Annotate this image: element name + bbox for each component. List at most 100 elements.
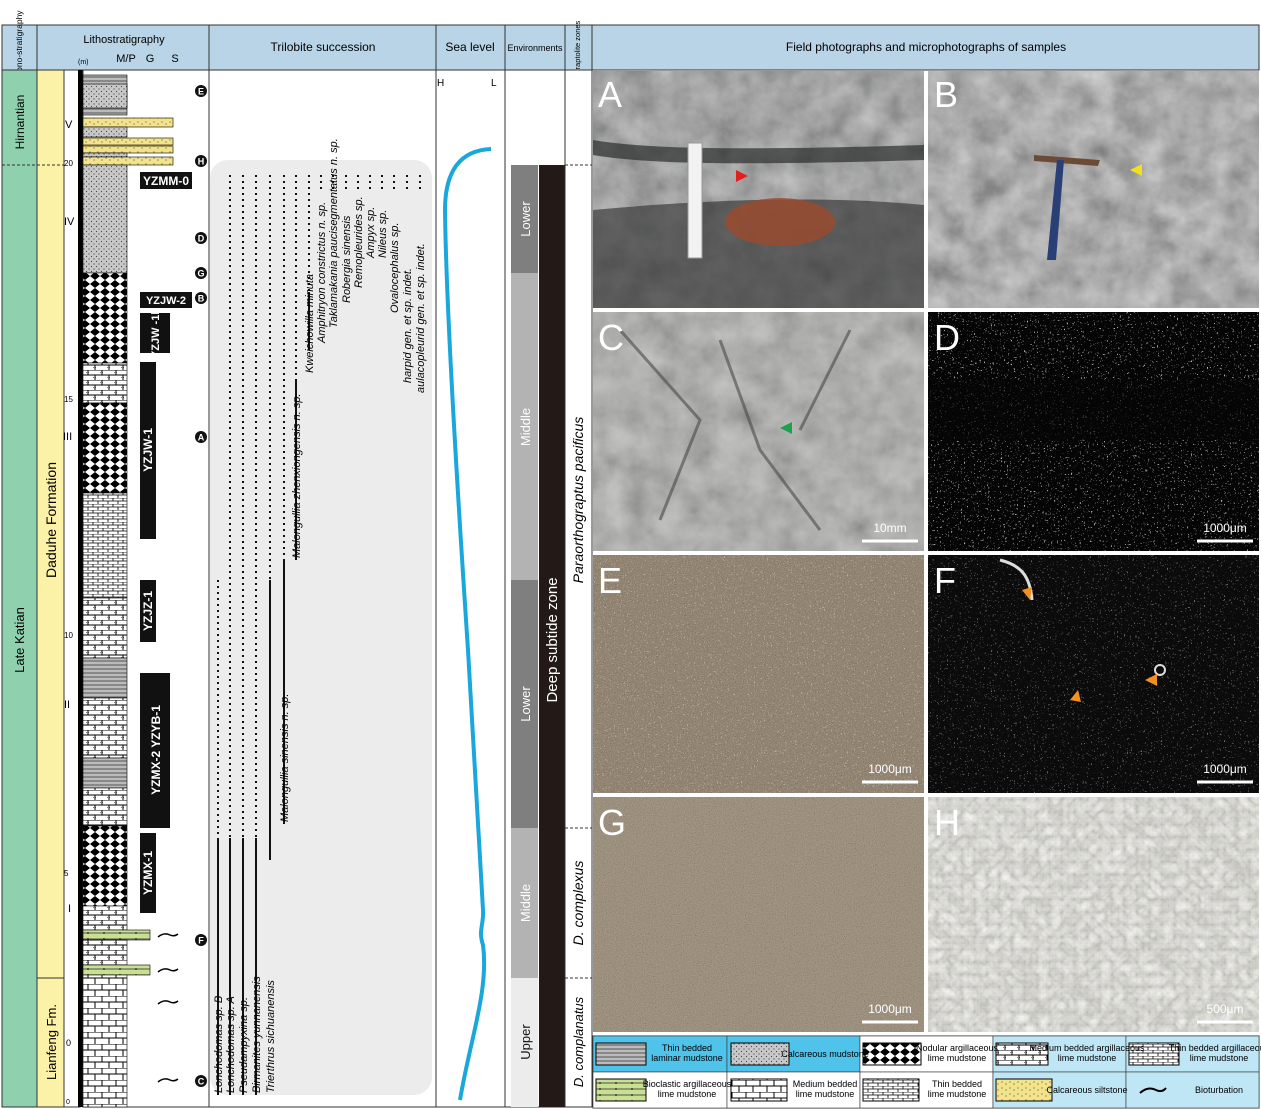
sealevel-high: H bbox=[437, 78, 444, 89]
photo-marker-c[interactable]: C bbox=[195, 1075, 207, 1087]
taxon-label: Malongullia zhenxiongensis n. sp. bbox=[291, 394, 303, 559]
graptolite-panel: Paraorthograptus pacificus D. complexus … bbox=[564, 69, 593, 1108]
photo-e[interactable]: 1000μm E bbox=[593, 555, 924, 793]
photo-a[interactable]: A bbox=[593, 71, 924, 308]
photo-d-letter: D bbox=[934, 317, 960, 358]
taxon-label: Nileus sp. bbox=[377, 210, 389, 258]
environments-panel: Lower Middle Lower Middle Upper Deep sub… bbox=[504, 69, 566, 1108]
taxon-label: Lonchodomas sp. B bbox=[213, 996, 225, 1093]
sealevel-low: L bbox=[491, 78, 497, 89]
scale-tick-10: 10 bbox=[64, 631, 73, 640]
legend: Thin bedded laminar mudstone Calcareous mu… bbox=[592, 1035, 1261, 1109]
header-sealevel: Sea level bbox=[445, 40, 494, 54]
photo-c-scale: 10mm bbox=[873, 521, 906, 535]
svg-text:D: D bbox=[198, 234, 205, 244]
env-segment-middle-2: Middle bbox=[518, 884, 533, 922]
photo-h-scale: 500μm bbox=[1207, 1002, 1244, 1016]
chrono-late-katian: Late Katian bbox=[12, 607, 27, 673]
chrono-hirnantian: Hirnantian bbox=[13, 95, 27, 150]
legend-label: Thin bedded lime mudstone bbox=[928, 1079, 987, 1099]
taxon-label: Ovalocephalus sp. bbox=[389, 223, 401, 314]
scale-tick-15: 15 bbox=[64, 395, 73, 404]
photo-b[interactable]: B bbox=[928, 71, 1259, 308]
photo-e-scale: 1000μm bbox=[868, 762, 912, 776]
grapto-pacificus: Paraorthograptus pacificus bbox=[570, 417, 586, 584]
photo-marker-h[interactable]: H bbox=[195, 155, 207, 167]
sealevel-panel: H L bbox=[435, 69, 506, 1108]
env-segment-middle-1: Middle bbox=[518, 408, 533, 446]
scale-tick-0a: 0 bbox=[66, 1038, 71, 1048]
taxon-label: harpid gen. et sp. indet. bbox=[402, 268, 414, 383]
env-deep-subtide: Deep subtide zone bbox=[544, 577, 561, 702]
photo-a-letter: A bbox=[598, 74, 622, 115]
formation-lianfeng: Lianfeng Fm. bbox=[44, 1004, 59, 1080]
photo-marker-g[interactable]: G bbox=[195, 267, 207, 279]
photo-marker-e[interactable]: E bbox=[195, 85, 207, 97]
env-segment-lower-2: Lower bbox=[518, 686, 533, 722]
header-col-mp: M/P bbox=[116, 53, 136, 65]
photo-g[interactable]: 1000μm G bbox=[593, 797, 924, 1032]
svg-text:C: C bbox=[198, 1077, 205, 1087]
taxon-label: Taklamakania paucisegmentatus n. sp. bbox=[328, 138, 340, 328]
photo-f-scale: 1000μm bbox=[1203, 762, 1247, 776]
legend-label: Calcareous mudstone bbox=[781, 1049, 869, 1059]
sample-label-yzjw-1b: YZJW -1b bbox=[150, 308, 162, 358]
grapto-complanatus: D. complanatus bbox=[571, 996, 586, 1087]
taxon-label: Robergia sinensis bbox=[341, 215, 353, 303]
header-unit-m: (m) bbox=[78, 59, 89, 66]
taxon-label: Amphitryon constrictus n. sp. bbox=[316, 202, 328, 344]
photo-b-letter: B bbox=[934, 74, 958, 115]
sample-label-yzmx-2: YZMX-2 YZYB-1 bbox=[149, 705, 163, 795]
photo-c[interactable]: 10mm C bbox=[593, 312, 924, 551]
svg-text:B: B bbox=[198, 294, 205, 304]
taxon-label: Trierthrus sichuanensis bbox=[265, 980, 277, 1093]
taxon-label: Lonchodomas sp. A bbox=[225, 996, 237, 1093]
taxon-label: aulacopleurid gen. et sp. indet. bbox=[415, 243, 427, 393]
photo-d[interactable]: 1000μm D bbox=[928, 312, 1259, 551]
photo-e-letter: E bbox=[598, 560, 622, 601]
unit-ii: II bbox=[64, 699, 70, 711]
legend-label: Nodular argillaceous lime mudstone bbox=[916, 1043, 999, 1063]
photo-marker-a[interactable]: A bbox=[195, 431, 207, 443]
photo-grid: A B 10mm C 1000μm D 1000μm E 1000μm F 10… bbox=[593, 71, 1259, 1032]
sample-label-yzjw-2: YZJW-2 bbox=[146, 295, 186, 307]
photo-marker-b[interactable]: B bbox=[195, 292, 207, 304]
sample-label-yzjw-1: YZJW-1 bbox=[141, 428, 155, 472]
taxon-label: Kweichowilla minuta bbox=[304, 274, 316, 373]
photo-d-scale: 1000μm bbox=[1203, 521, 1247, 535]
photo-g-scale: 1000μm bbox=[868, 1002, 912, 1016]
header-trilobite: Trilobite succession bbox=[271, 40, 376, 54]
photo-g-letter: G bbox=[598, 802, 626, 843]
photo-marker-d[interactable]: D bbox=[195, 232, 207, 244]
env-segment-upper: Upper bbox=[518, 1024, 533, 1060]
legend-label: Medium bedded lime mudstone bbox=[793, 1079, 858, 1099]
stratigraphy-figure: Chrono-stratigraphy Lithostratigraphy (m… bbox=[1, 10, 1261, 1109]
photo-f[interactable]: 1000μm F bbox=[928, 555, 1259, 793]
legend-label: Calcareous siltstone bbox=[1046, 1085, 1127, 1095]
sample-label-yzmx-1: YZMX-1 bbox=[141, 851, 155, 895]
svg-text:A: A bbox=[198, 433, 205, 443]
header-photos: Field photographs and microphotographs o… bbox=[786, 40, 1066, 54]
scale-tick-5: 5 bbox=[64, 869, 69, 878]
legend-label: Bioturbation bbox=[1195, 1085, 1243, 1095]
taxon-label: Malongullia sinensis n. sp. bbox=[279, 694, 291, 822]
photo-f-letter: F bbox=[934, 560, 956, 601]
header-litho: Lithostratigraphy bbox=[83, 34, 165, 46]
photo-h[interactable]: 500μm H bbox=[928, 797, 1259, 1032]
unit-v: V bbox=[65, 119, 73, 131]
svg-text:G: G bbox=[197, 269, 204, 279]
svg-text:E: E bbox=[198, 87, 204, 97]
header-col-s: S bbox=[171, 53, 178, 65]
taxon-label: Ampyx sp. bbox=[365, 207, 377, 259]
photo-marker-f[interactable]: F bbox=[195, 934, 207, 946]
taxon-label: Remopleurides sp. bbox=[353, 196, 365, 288]
unit-i: I bbox=[68, 903, 71, 915]
grapto-complexus: D. complexus bbox=[570, 861, 586, 946]
unit-iv: IV bbox=[64, 216, 75, 228]
taxon-label: Birmanites yunnanensis bbox=[251, 976, 263, 1093]
photo-c-letter: C bbox=[598, 317, 624, 358]
sample-label-yzjz-1: YZJZ-1 bbox=[141, 591, 155, 631]
unit-iii: III bbox=[63, 431, 72, 443]
photo-h-letter: H bbox=[934, 802, 960, 843]
svg-text:F: F bbox=[198, 936, 204, 946]
